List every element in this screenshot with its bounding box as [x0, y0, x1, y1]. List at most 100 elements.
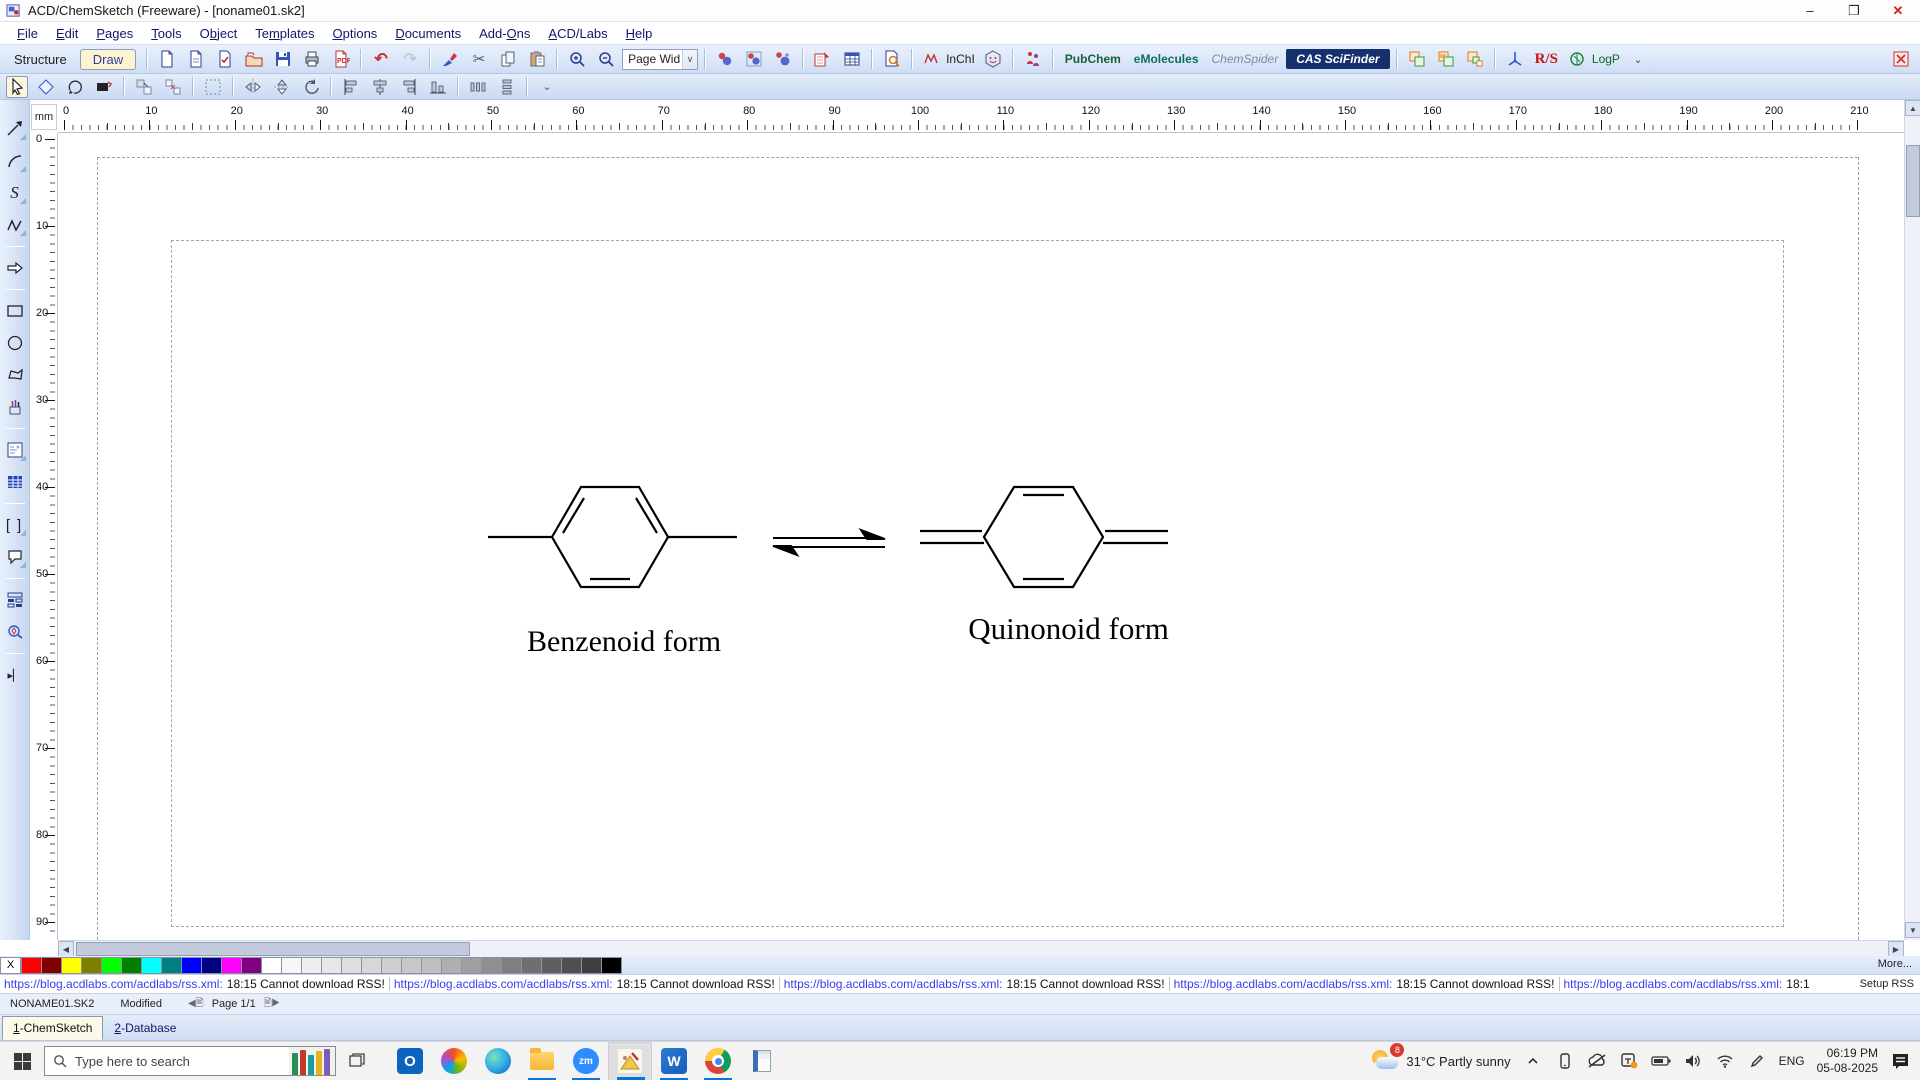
rotate-90-icon[interactable]	[300, 76, 322, 98]
elemental-analysis-icon[interactable]	[1022, 48, 1044, 70]
brackets-tool-icon[interactable]: [ ]	[2, 512, 28, 538]
export-pdf-icon[interactable]: PDF	[330, 48, 352, 70]
taskbar-app-outlook[interactable]: O	[388, 1042, 432, 1080]
menu-item-pages[interactable]: Pages	[87, 24, 142, 43]
menu-item-tools[interactable]: Tools	[142, 24, 190, 43]
edit-overflow-icon[interactable]: ⌄	[536, 76, 558, 98]
palette-color-3[interactable]	[81, 957, 102, 974]
palette-color-14[interactable]	[301, 957, 322, 974]
palette-color-0[interactable]	[21, 957, 42, 974]
menu-item-edit[interactable]: Edit	[47, 24, 87, 43]
palette-color-20[interactable]	[421, 957, 442, 974]
draw-mode-button[interactable]: Draw	[80, 49, 136, 70]
palette-color-11[interactable]	[241, 957, 262, 974]
align-bottom-icon[interactable]	[427, 76, 449, 98]
open-file-icon[interactable]	[243, 48, 265, 70]
chemspider-link[interactable]: ChemSpider	[1207, 52, 1284, 66]
no-color-cell[interactable]: X	[0, 957, 21, 974]
taskbar-clock[interactable]: 06:19 PM 05-08-2025	[1817, 1046, 1878, 1076]
flip-horizontal-icon[interactable]	[242, 76, 264, 98]
structure-search-tool-icon[interactable]	[2, 619, 28, 645]
menu-item-options[interactable]: Options	[323, 24, 386, 43]
minimize-button[interactable]: –	[1788, 0, 1832, 22]
palette-color-17[interactable]	[361, 957, 382, 974]
zoom-out-icon[interactable]	[595, 48, 617, 70]
zoom-in-icon[interactable]	[566, 48, 588, 70]
rectangle-tool-icon[interactable]	[2, 298, 28, 324]
emolecules-link[interactable]: eMolecules	[1129, 52, 1204, 66]
scroll-down-icon[interactable]: ▼	[1905, 922, 1920, 938]
previous-page-icon[interactable]: ◀🖹	[188, 996, 204, 1013]
align-left-icon[interactable]	[340, 76, 362, 98]
edit-label-icon[interactable]	[93, 76, 115, 98]
block-arrow-tool-icon[interactable]	[2, 255, 28, 281]
menu-item-acdlabs[interactable]: ACD/Labs	[539, 24, 616, 43]
taskbar-app-notepad[interactable]	[740, 1042, 784, 1080]
phone-link-icon[interactable]	[1555, 1051, 1575, 1071]
taskbar-app-copilot[interactable]	[432, 1042, 476, 1080]
polygon-tool-icon[interactable]	[2, 362, 28, 388]
copy-icon[interactable]	[497, 48, 519, 70]
undo-icon[interactable]: ↶	[370, 48, 392, 70]
redo-icon[interactable]: ↷	[399, 48, 421, 70]
select-rotate-icon[interactable]	[64, 76, 86, 98]
restore-button[interactable]: ❐	[1832, 0, 1876, 22]
taskbar-app-file-explorer[interactable]	[520, 1042, 564, 1080]
taskbar-app-word[interactable]: W	[652, 1042, 696, 1080]
palette-color-28[interactable]	[581, 957, 602, 974]
paste-icon[interactable]	[526, 48, 548, 70]
battery-icon[interactable]	[1651, 1051, 1671, 1071]
pubchem-link[interactable]: PubChem	[1060, 52, 1126, 66]
name-to-structure-icon[interactable]	[841, 48, 863, 70]
insert-table-tool-icon[interactable]	[2, 469, 28, 495]
taskbar-app-zoom[interactable]: zm	[564, 1042, 608, 1080]
onedrive-paused-icon[interactable]	[1587, 1051, 1607, 1071]
palette-color-5[interactable]	[121, 957, 142, 974]
benzenoid-label[interactable]: Benzenoid form	[508, 625, 740, 659]
flip-vertical-icon[interactable]	[271, 76, 293, 98]
equilibrium-arrow[interactable]	[773, 530, 885, 555]
benzenoid-structure[interactable]	[488, 487, 737, 587]
horizontal-scroll-thumb[interactable]	[76, 942, 470, 956]
palette-color-9[interactable]	[201, 957, 222, 974]
bond-angle-icon[interactable]	[1504, 48, 1526, 70]
palette-color-1[interactable]	[41, 957, 62, 974]
pen-icon[interactable]	[1747, 1051, 1767, 1071]
palette-color-22[interactable]	[461, 957, 482, 974]
insert-object-tool-icon[interactable]	[2, 437, 28, 463]
palette-color-16[interactable]	[341, 957, 362, 974]
print-icon[interactable]	[301, 48, 323, 70]
volume-icon[interactable]	[1683, 1051, 1703, 1071]
palette-color-6[interactable]	[141, 957, 162, 974]
menu-item-templates[interactable]: Templates	[246, 24, 323, 43]
palette-color-21[interactable]	[441, 957, 462, 974]
start-button[interactable]	[0, 1042, 44, 1080]
distribute-horizontal-icon[interactable]	[467, 76, 489, 98]
distribute-vertical-icon[interactable]	[496, 76, 518, 98]
setup-rss-link[interactable]: Setup RSS	[1856, 978, 1914, 990]
taskbar-app-edge[interactable]	[476, 1042, 520, 1080]
palette-color-24[interactable]	[501, 957, 522, 974]
3d-rotation-icon[interactable]	[772, 48, 794, 70]
palette-color-2[interactable]	[61, 957, 82, 974]
palette-color-13[interactable]	[281, 957, 302, 974]
toolbar-overflow-icon[interactable]: ⌄	[1627, 48, 1649, 70]
draw-arrow-tool-icon[interactable]	[2, 116, 28, 142]
structure-check-icon[interactable]	[982, 48, 1004, 70]
palette-color-29[interactable]	[601, 957, 622, 974]
clean-structure-icon[interactable]	[439, 48, 461, 70]
palette-color-19[interactable]	[401, 957, 422, 974]
scroll-right-icon[interactable]: ▶	[1888, 941, 1904, 957]
tab-1chemsketch[interactable]: 1-ChemSketch	[2, 1016, 103, 1040]
language-indicator[interactable]: ENG	[1779, 1054, 1805, 1068]
palette-color-23[interactable]	[481, 957, 502, 974]
lasso-select-icon[interactable]	[35, 76, 57, 98]
hidden-icons-chevron-icon[interactable]	[1523, 1051, 1543, 1071]
rss-item[interactable]: https://blog.acdlabs.com/acdlabs/rss.xml…	[0, 977, 390, 991]
menu-item-documents[interactable]: Documents	[386, 24, 470, 43]
polyline-tool-icon[interactable]	[2, 212, 28, 238]
palette-more-label[interactable]: More...	[1878, 958, 1912, 970]
save-template-icon[interactable]	[214, 48, 236, 70]
style-palette-icon[interactable]	[2, 394, 28, 420]
3d-viewer-icon[interactable]	[714, 48, 736, 70]
